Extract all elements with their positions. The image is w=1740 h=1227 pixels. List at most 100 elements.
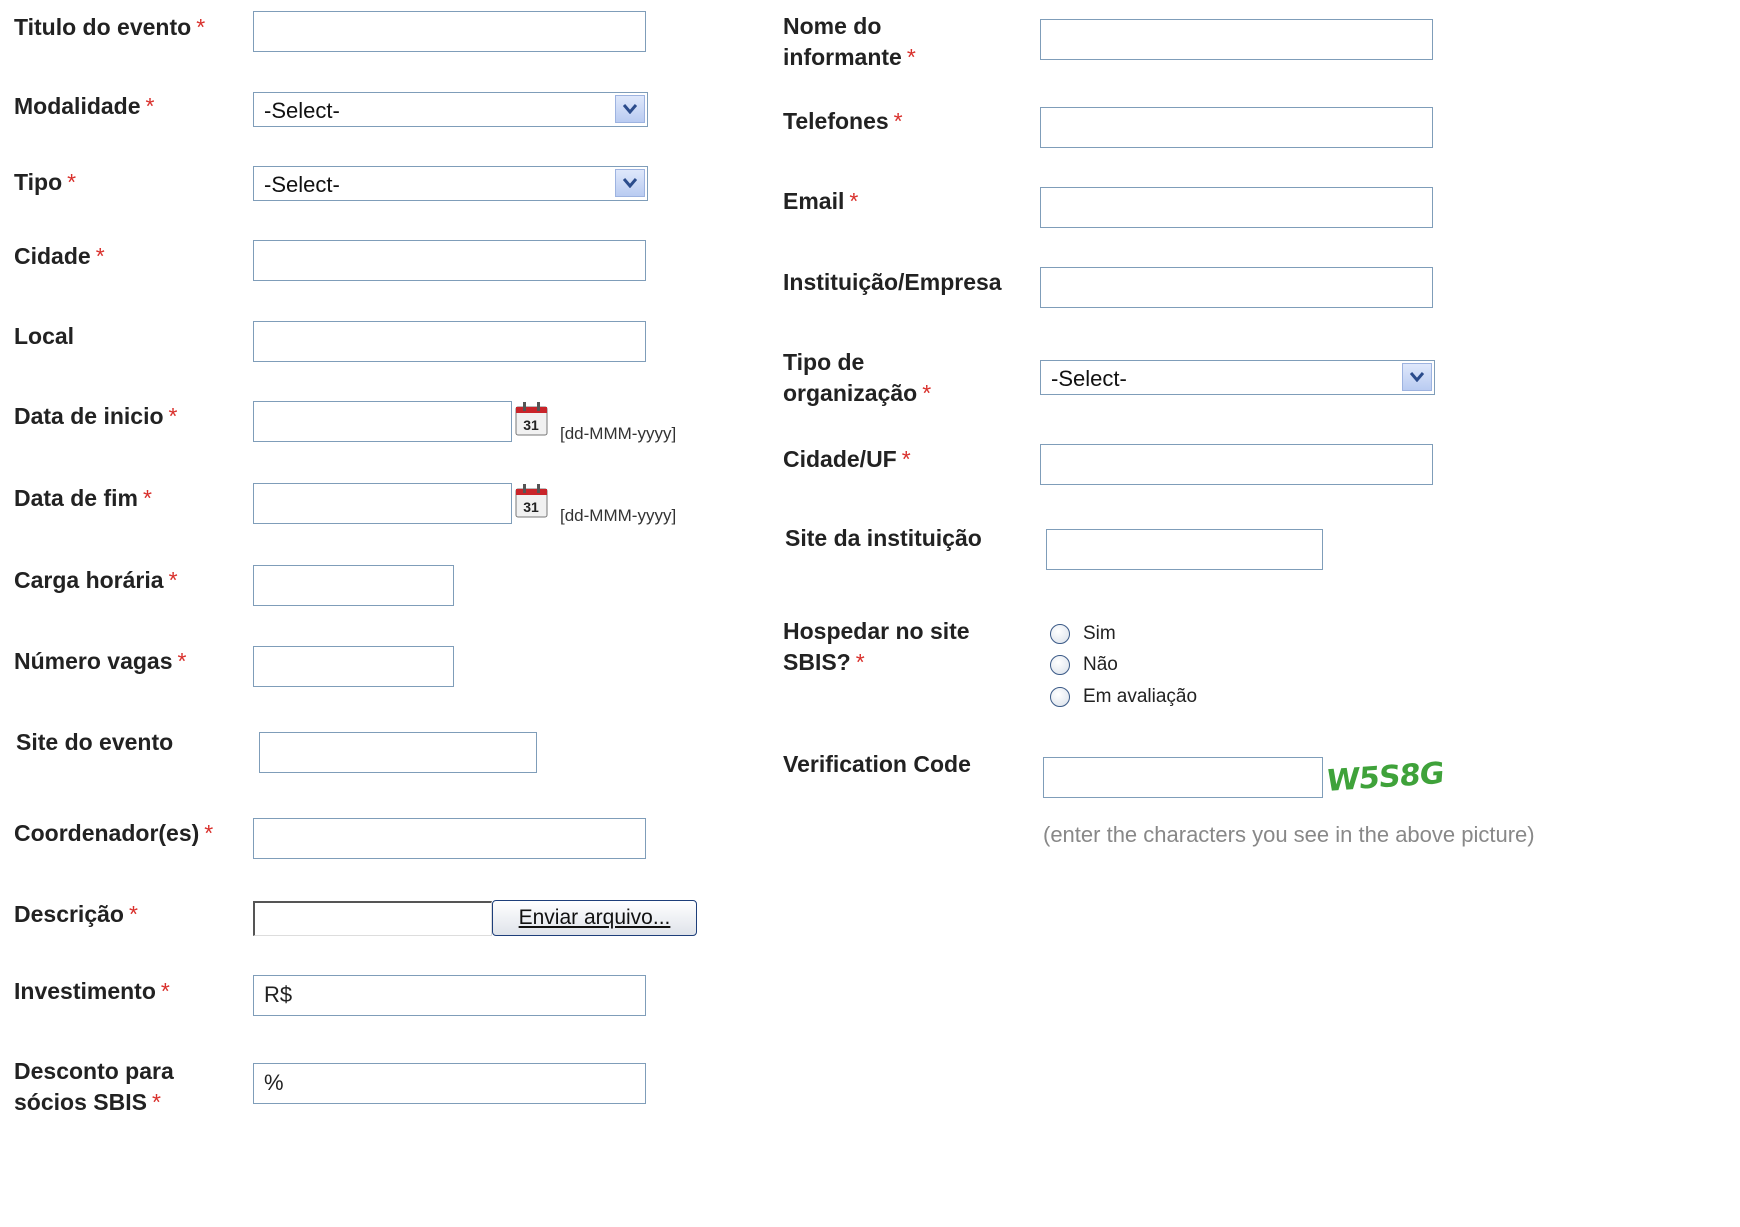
label-text: Nome do bbox=[783, 13, 882, 39]
label-verification-code: Verification Code bbox=[783, 749, 971, 780]
tipo-organizacao-select[interactable]: -Select- bbox=[1040, 360, 1435, 395]
data-fim-input[interactable] bbox=[253, 483, 512, 524]
label-cidade: Cidade * bbox=[14, 241, 105, 272]
required-marker: * bbox=[906, 44, 916, 70]
required-marker: * bbox=[142, 485, 152, 511]
radio-label: Sim bbox=[1083, 623, 1116, 644]
required-marker: * bbox=[168, 567, 178, 593]
label-text: Investimento bbox=[14, 978, 156, 1004]
required-marker: * bbox=[855, 649, 865, 675]
site-instituicao-input[interactable] bbox=[1046, 529, 1323, 570]
instituicao-input[interactable] bbox=[1040, 267, 1433, 308]
captcha-instructions: (enter the characters you see in the abo… bbox=[1043, 822, 1535, 847]
verification-code-input[interactable] bbox=[1043, 757, 1323, 798]
input-prefix: R$ bbox=[264, 982, 293, 1007]
enviar-arquivo-button[interactable]: Enviar arquivo... bbox=[492, 900, 697, 936]
modalidade-select[interactable]: -Select- bbox=[253, 92, 648, 127]
label-text: Telefones bbox=[783, 108, 889, 134]
label-text: Site do evento bbox=[16, 729, 174, 755]
radio-label: Não bbox=[1083, 654, 1118, 675]
chevron-down-icon[interactable] bbox=[615, 95, 645, 123]
radio-option-em-avaliacao[interactable]: Em avaliação bbox=[1050, 686, 1197, 708]
required-marker: * bbox=[922, 380, 932, 406]
label-tipo: Tipo * bbox=[14, 167, 76, 198]
chevron-down-icon[interactable] bbox=[615, 169, 645, 197]
data-inicio-input[interactable] bbox=[253, 401, 512, 442]
calendar-icon[interactable]: 31 bbox=[514, 482, 550, 520]
required-marker: * bbox=[67, 169, 77, 195]
email-input[interactable] bbox=[1040, 187, 1433, 228]
label-text: Tipo bbox=[14, 169, 63, 195]
label-site-evento: Site do evento bbox=[16, 727, 173, 758]
select-value: -Select- bbox=[264, 98, 340, 123]
captcha-image: W5S8G bbox=[1328, 756, 1445, 799]
select-value: -Select- bbox=[264, 172, 340, 197]
label-text: Tipo de bbox=[783, 349, 865, 375]
required-marker: * bbox=[95, 243, 105, 269]
select-value: -Select- bbox=[1051, 366, 1127, 391]
coordenador-input[interactable] bbox=[253, 818, 646, 859]
label-text: Site da instituição bbox=[785, 525, 982, 551]
required-marker: * bbox=[204, 820, 214, 846]
label-text: Descrição bbox=[14, 901, 124, 927]
descricao-file-path[interactable] bbox=[253, 901, 492, 936]
required-marker: * bbox=[849, 188, 859, 214]
label-nome-informante: Nome do informante * bbox=[783, 11, 916, 73]
label-telefones: Telefones * bbox=[783, 106, 903, 137]
tipo-select[interactable]: -Select- bbox=[253, 166, 648, 201]
required-marker: * bbox=[177, 648, 187, 674]
label-text: Desconto para bbox=[14, 1058, 174, 1084]
captcha-text: W5S8G bbox=[1328, 756, 1445, 799]
nome-informante-input[interactable] bbox=[1040, 19, 1433, 60]
label-text: Coordenador(es) bbox=[14, 820, 200, 846]
required-marker: * bbox=[901, 446, 911, 472]
label-tipo-organizacao: Tipo de organização * bbox=[783, 347, 931, 409]
radio-button[interactable] bbox=[1050, 624, 1070, 644]
label-text: Hospedar no site bbox=[783, 618, 970, 644]
desconto-input[interactable]: % bbox=[253, 1063, 646, 1104]
required-marker: * bbox=[893, 108, 903, 134]
label-modalidade: Modalidade * bbox=[14, 91, 154, 122]
cidade-input[interactable] bbox=[253, 240, 646, 281]
label-cidade-uf: Cidade/UF * bbox=[783, 444, 911, 475]
radio-option-nao[interactable]: Não bbox=[1050, 654, 1118, 676]
investimento-input[interactable]: R$ bbox=[253, 975, 646, 1016]
local-input[interactable] bbox=[253, 321, 646, 362]
calendar-day: 31 bbox=[523, 417, 539, 433]
label-text: Número vagas bbox=[14, 648, 173, 674]
label-data-inicio: Data de inicio * bbox=[14, 401, 178, 432]
label-desconto: Desconto para sócios SBIS * bbox=[14, 1056, 174, 1118]
chevron-down-icon[interactable] bbox=[1402, 363, 1432, 391]
label-text: Instituição/Empresa bbox=[783, 269, 1002, 295]
label-instituicao: Instituição/Empresa bbox=[783, 267, 1002, 298]
label-email: Email * bbox=[783, 186, 858, 217]
telefones-input[interactable] bbox=[1040, 107, 1433, 148]
date-format-hint: [dd-MMM-yyyy] bbox=[560, 506, 677, 525]
site-evento-input[interactable] bbox=[259, 732, 537, 773]
numero-vagas-input[interactable] bbox=[253, 646, 454, 687]
label-site-instituicao: Site da instituição bbox=[785, 523, 982, 554]
label-text: sócios SBIS bbox=[14, 1089, 147, 1115]
label-text: Email bbox=[783, 188, 845, 214]
cidade-uf-input[interactable] bbox=[1040, 444, 1433, 485]
label-numero-vagas: Número vagas * bbox=[14, 646, 186, 677]
label-local: Local bbox=[14, 321, 74, 352]
label-coordenador: Coordenador(es) * bbox=[14, 818, 213, 849]
radio-button[interactable] bbox=[1050, 687, 1070, 707]
calendar-icon[interactable]: 31 bbox=[514, 400, 550, 438]
label-data-fim: Data de fim * bbox=[14, 483, 152, 514]
radio-option-sim[interactable]: Sim bbox=[1050, 623, 1116, 645]
label-investimento: Investimento * bbox=[14, 976, 170, 1007]
label-text: Local bbox=[14, 323, 75, 349]
label-carga-horaria: Carga horária * bbox=[14, 565, 178, 596]
input-suffix: % bbox=[264, 1070, 284, 1095]
radio-label: Em avaliação bbox=[1083, 686, 1198, 707]
titulo-evento-input[interactable] bbox=[253, 11, 646, 52]
label-text: SBIS? bbox=[783, 649, 851, 675]
label-text: Cidade bbox=[14, 243, 91, 269]
label-hospedar: Hospedar no site SBIS? * bbox=[783, 616, 970, 678]
label-text: Cidade/UF bbox=[783, 446, 897, 472]
carga-horaria-input[interactable] bbox=[253, 565, 454, 606]
radio-button[interactable] bbox=[1050, 655, 1070, 675]
calendar-day: 31 bbox=[523, 499, 539, 515]
